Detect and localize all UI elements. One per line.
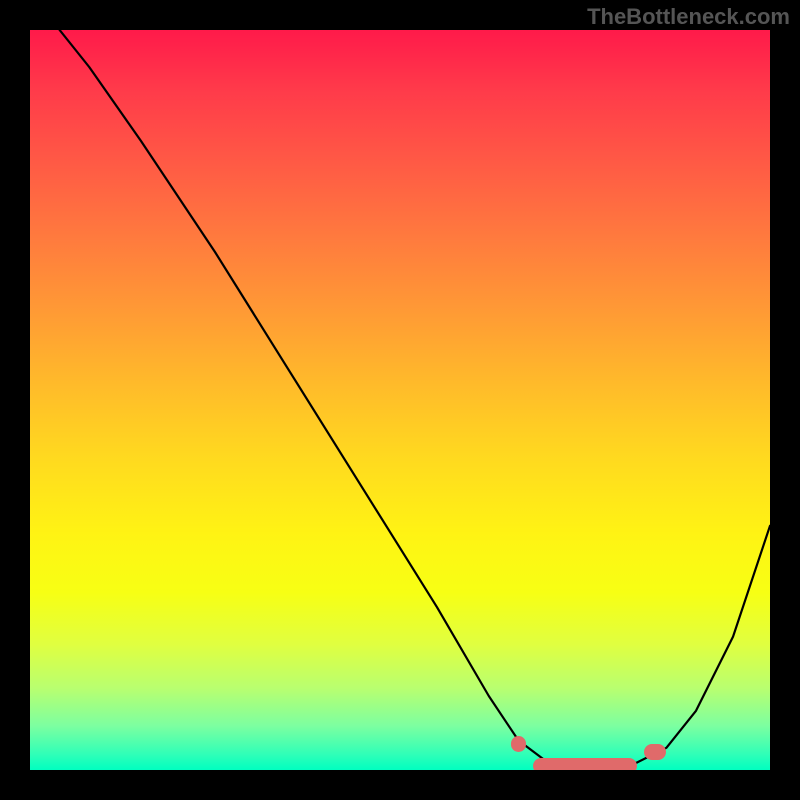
chart-container: TheBottleneck.com <box>0 0 800 800</box>
marker-right <box>644 744 666 760</box>
curve-path <box>60 30 770 766</box>
bottleneck-curve <box>30 30 770 770</box>
plot-area <box>30 30 770 770</box>
watermark-text: TheBottleneck.com <box>587 4 790 30</box>
marker-left <box>511 736 526 752</box>
marker-flat <box>533 758 637 770</box>
